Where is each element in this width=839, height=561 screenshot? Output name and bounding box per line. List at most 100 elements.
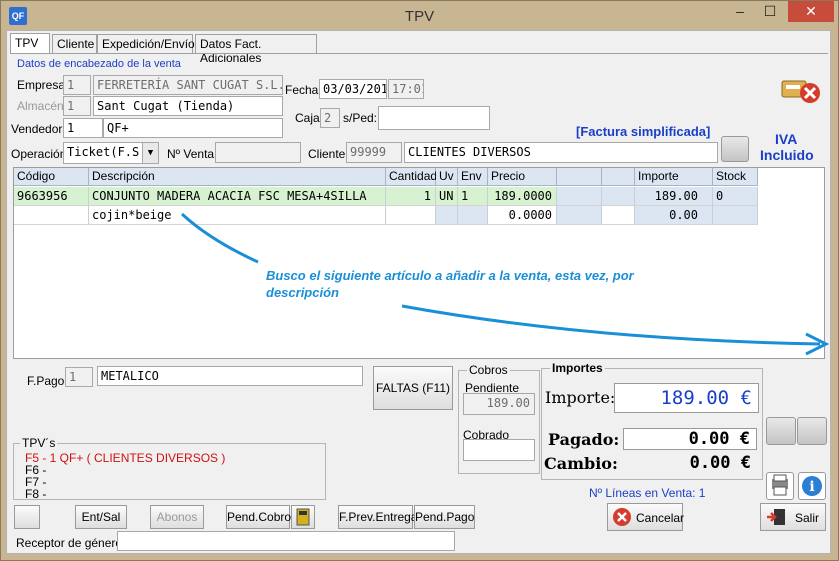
almacen-code-field[interactable]: 1 (63, 96, 91, 116)
faltas-button[interactable]: FALTAS (F11) (373, 366, 453, 410)
tpvs-title: TPV´s (20, 436, 58, 450)
annotation-text: Busco el siguiente artículo a añadir a l… (266, 268, 634, 300)
salir-button[interactable]: Salir (760, 503, 826, 531)
row1-cantidad[interactable]: 1 (386, 187, 436, 206)
exit-icon (767, 509, 785, 525)
col-blank-1[interactable] (557, 168, 602, 186)
row1-importe[interactable]: 189.00 (635, 187, 713, 206)
tab-expedicion[interactable]: Expedición/Envío (97, 34, 195, 53)
vendedor-name-field[interactable]: QF+ (103, 118, 283, 138)
cobrado-field[interactable] (463, 439, 535, 461)
operacion-value: Ticket(F.S.) (67, 145, 154, 159)
abonos-button[interactable]: Abonos (150, 505, 204, 529)
hora-field[interactable]: 17:01 (388, 79, 424, 99)
vendedor-label: Vendedor: (11, 122, 66, 136)
operacion-select[interactable]: Ticket(F.S.) ▼ (63, 142, 159, 164)
row1-uv[interactable]: UN (436, 187, 458, 206)
col-blank-2[interactable] (602, 168, 635, 186)
col-precio[interactable]: Precio (488, 168, 557, 186)
row1-stock[interactable]: 0 (713, 187, 758, 206)
section-title: Datos de encabezado de la venta (17, 58, 181, 70)
fecha-field[interactable]: 03/03/2015 (319, 79, 387, 99)
col-env[interactable]: Env (458, 168, 488, 186)
importe-label: Importe: (545, 388, 616, 407)
tab-tpv[interactable]: TPV (10, 33, 50, 54)
receptor-label: Receptor de género (16, 536, 123, 550)
maximize-button[interactable]: ☐ (756, 1, 784, 23)
iva-label-2: Incluido (760, 147, 814, 163)
fecha-label: Fecha: (285, 83, 322, 97)
cambio-label: Cambio: (544, 454, 618, 473)
print-icon[interactable] (766, 472, 794, 500)
fpago-code-field[interactable]: 1 (65, 367, 93, 387)
row1-blank-2[interactable] (602, 187, 635, 206)
info-icon[interactable]: i (798, 472, 826, 500)
vendedor-code-field[interactable]: 1 (63, 118, 103, 138)
iva-toggle-button[interactable] (721, 136, 749, 162)
close-button[interactable]: ✕ (788, 1, 834, 22)
sped-field[interactable] (378, 106, 490, 130)
side-button-2[interactable] (797, 417, 827, 445)
lineas-count: Nº Líneas en Venta: 1 (589, 486, 706, 500)
factura-simplificada: [Factura simplificada] (576, 124, 711, 139)
col-stock[interactable]: Stock (713, 168, 758, 186)
row1-env[interactable]: 1 (458, 187, 488, 206)
tpv-f8[interactable]: F8 - (25, 487, 46, 501)
pagado-field[interactable]: 0.00 € (623, 428, 757, 450)
importes-title: Importes (550, 361, 605, 375)
cliente-code-field[interactable]: 99999 (346, 142, 402, 163)
window-title: TPV (404, 8, 435, 25)
empresa-code-field[interactable]: 1 (63, 75, 91, 95)
cancelar-label: Cancelar (636, 511, 685, 525)
caja-label: Caja: (295, 111, 324, 125)
tab-divider (10, 53, 828, 54)
fpago-name-field[interactable]: METALICO (97, 366, 363, 386)
pendiente-field[interactable]: 189.00 (463, 393, 535, 415)
tab-datos-fact[interactable]: Datos Fact. Adicionales (195, 34, 317, 65)
side-button-1[interactable] (766, 417, 796, 445)
extra-button[interactable] (14, 505, 40, 529)
empresa-name-field[interactable]: FERRETERÍA SANT CUGAT S.L. (93, 75, 283, 95)
col-uv[interactable]: Uv (436, 168, 458, 186)
almacen-label: Almacén: (17, 99, 68, 113)
cliente-name-field[interactable]: CLIENTES DIVERSOS (404, 142, 718, 163)
importe-field[interactable]: 189.00 € (614, 383, 759, 413)
cancel-icon (613, 508, 631, 526)
tpv-f5[interactable]: F5 - 1 QF+ ( CLIENTES DIVERSOS ) (25, 451, 225, 465)
cambio-value: 0.00 € (689, 453, 751, 473)
operacion-label: Operación: (11, 147, 70, 161)
svg-text:i: i (809, 479, 814, 495)
col-descripcion[interactable]: Descripción (89, 168, 386, 186)
row1-codigo[interactable]: 9663956 (14, 187, 89, 206)
pend-cobro-button[interactable]: Pend.Cobro (226, 505, 291, 529)
f-prev-entrega-button[interactable]: F.Prev.Entrega (338, 505, 417, 529)
caja-field[interactable]: 2 (320, 108, 340, 128)
row2-codigo[interactable] (14, 206, 89, 225)
title-bar: QF TPV – ☐ ✕ (1, 1, 838, 31)
col-importe[interactable]: Importe (635, 168, 713, 186)
almacen-name-field[interactable]: Sant Cugat (Tienda) (93, 96, 283, 116)
chevron-down-icon[interactable]: ▼ (142, 143, 158, 163)
close-sale-icon[interactable] (780, 75, 824, 105)
receptor-field[interactable] (117, 531, 455, 551)
col-codigo[interactable]: Código (14, 168, 89, 186)
cancelar-button[interactable]: Cancelar (607, 503, 685, 531)
cobros-title: Cobros (467, 363, 510, 377)
row1-descripcion[interactable]: CONJUNTO MADERA ACACIA FSC MESA+4SILLA (89, 187, 386, 206)
pagado-label: Pagado: (548, 430, 620, 449)
iva-label-1: IVA (775, 131, 798, 147)
row1-precio[interactable]: 189.0000 (488, 187, 557, 206)
minimize-button[interactable]: – (726, 1, 754, 23)
tab-cliente[interactable]: Cliente (52, 34, 97, 53)
col-cantidad[interactable]: Cantidad (386, 168, 437, 186)
empresa-label: Empresa: (17, 78, 69, 92)
row1-blank-1[interactable] (557, 187, 602, 206)
pend-pago-button[interactable]: Pend.Pago (414, 505, 475, 529)
nventa-label: Nº Venta: (167, 147, 218, 161)
fpago-label: F.Pago (27, 374, 65, 388)
ent-sal-button[interactable]: Ent/Sal (75, 505, 127, 529)
nventa-field[interactable] (215, 142, 301, 163)
salir-label: Salir (795, 511, 820, 525)
sped-label: s/Ped: (343, 111, 378, 125)
calculator-icon[interactable] (291, 505, 315, 529)
